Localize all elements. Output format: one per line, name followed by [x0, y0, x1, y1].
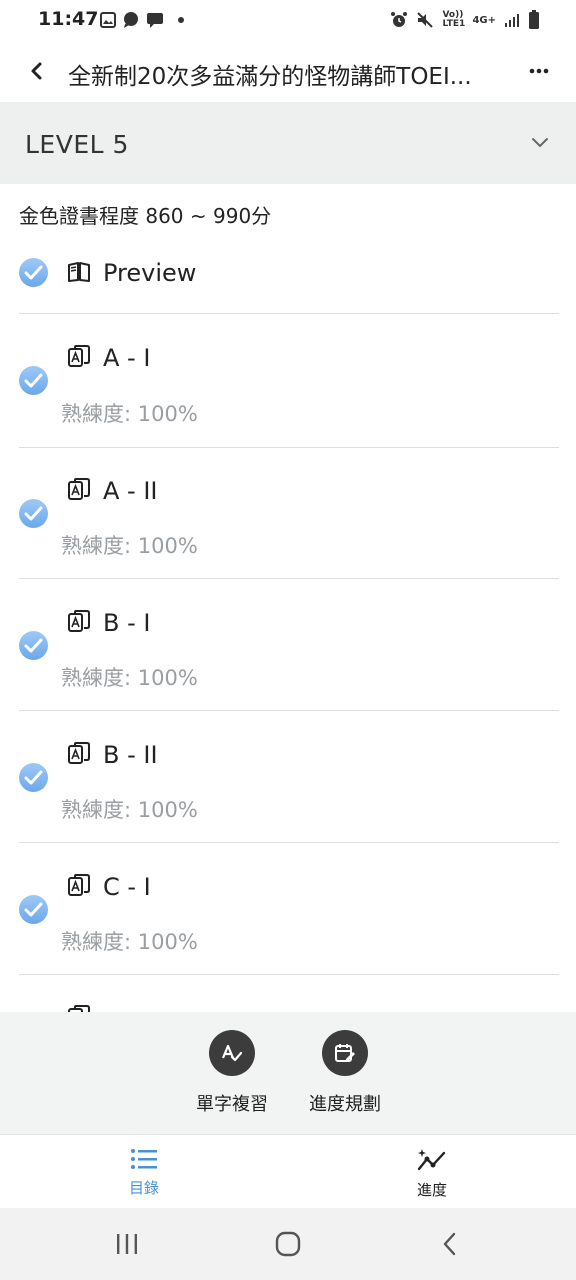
check-icon — [19, 763, 48, 792]
flashcard-icon — [68, 874, 90, 896]
open-book-icon — [68, 262, 90, 282]
word-review-icon — [209, 1030, 255, 1076]
lesson-progress: 熟練度: 100% — [61, 666, 198, 690]
battery-icon — [529, 10, 539, 29]
lesson-row[interactable]: B - I 熟練度: 100% — [19, 579, 559, 711]
flashcard-icon — [68, 742, 90, 764]
list-icon — [131, 1149, 157, 1169]
gallery-icon — [100, 12, 116, 28]
lesson-name: B - II — [103, 741, 158, 769]
flashcard-icon — [68, 345, 90, 367]
lesson-progress: 熟練度: 100% — [61, 798, 198, 822]
home-icon[interactable] — [274, 1230, 302, 1258]
recent-apps-icon[interactable] — [114, 1231, 140, 1257]
lesson-name: B - I — [103, 609, 151, 637]
dot-icon — [178, 17, 184, 23]
preview-row[interactable]: Preview — [19, 240, 559, 314]
volte-icon: Vo)) LTE1 — [442, 10, 466, 29]
lesson-name: C - I — [103, 873, 151, 901]
signal-icon — [505, 14, 519, 27]
flashcard-icon — [68, 610, 90, 632]
lesson-row[interactable]: B - II 熟練度: 100% — [19, 711, 559, 843]
status-bar: 11:47 Vo)) LTE1 4G+ — [0, 0, 576, 40]
check-icon — [19, 631, 48, 660]
lesson-row[interactable]: A - II 熟練度: 100% — [19, 448, 559, 579]
flashcard-icon — [68, 478, 90, 500]
lesson-progress: 熟練度: 100% — [61, 402, 198, 426]
check-icon — [19, 366, 48, 395]
bottom-nav: 目錄 進度 — [0, 1134, 576, 1208]
back-arrow-icon[interactable] — [24, 58, 50, 84]
lesson-progress: 熟練度: 100% — [61, 930, 198, 954]
check-icon — [19, 499, 48, 528]
tab-toc[interactable]: 目錄 — [94, 1147, 194, 1198]
word-review-button[interactable]: 單字複習 — [177, 1030, 287, 1116]
page-title: 全新制20次多益滿分的怪物講師TOEI... — [68, 64, 472, 90]
lesson-row[interactable]: C - I 熟練度: 100% — [19, 843, 559, 975]
chevron-down-icon[interactable] — [530, 132, 550, 152]
tab-progress-label: 進度 — [416, 1181, 447, 1199]
lesson-name: A - II — [103, 477, 158, 505]
trend-sparkle-icon — [417, 1149, 446, 1171]
level-header[interactable]: LEVEL 5 — [0, 102, 576, 184]
lesson-progress: 熟練度: 100% — [61, 534, 198, 558]
word-review-label: 單字複習 — [196, 1094, 268, 1115]
level-subtitle: 金色證書程度 860 ~ 990分 — [19, 204, 272, 228]
chat-icon — [124, 12, 138, 28]
tab-toc-label: 目錄 — [128, 1179, 159, 1197]
app-bar: 全新制20次多益滿分的怪物講師TOEI... — [0, 40, 576, 102]
progress-plan-label: 進度規劃 — [309, 1094, 381, 1115]
more-options-icon[interactable] — [526, 58, 552, 84]
action-bar: 單字複習 進度規劃 — [0, 1012, 576, 1134]
calendar-edit-icon — [322, 1030, 368, 1076]
status-time: 11:47 — [38, 8, 99, 30]
preview-label: Preview — [103, 259, 197, 287]
check-icon — [19, 258, 48, 287]
mute-icon — [417, 12, 434, 28]
tab-progress[interactable]: 進度 — [382, 1147, 482, 1200]
message-icon — [147, 13, 163, 28]
system-nav-bar — [0, 1208, 576, 1280]
back-icon[interactable] — [437, 1231, 463, 1257]
lesson-row[interactable]: A - I 熟練度: 100% — [19, 314, 559, 448]
lesson-name: A - I — [103, 344, 151, 372]
check-icon — [19, 895, 48, 924]
alarm-icon — [391, 12, 408, 27]
progress-plan-button[interactable]: 進度規劃 — [290, 1030, 400, 1116]
level-label: LEVEL 5 — [25, 130, 129, 159]
4g-icon: 4G+ — [472, 14, 496, 26]
